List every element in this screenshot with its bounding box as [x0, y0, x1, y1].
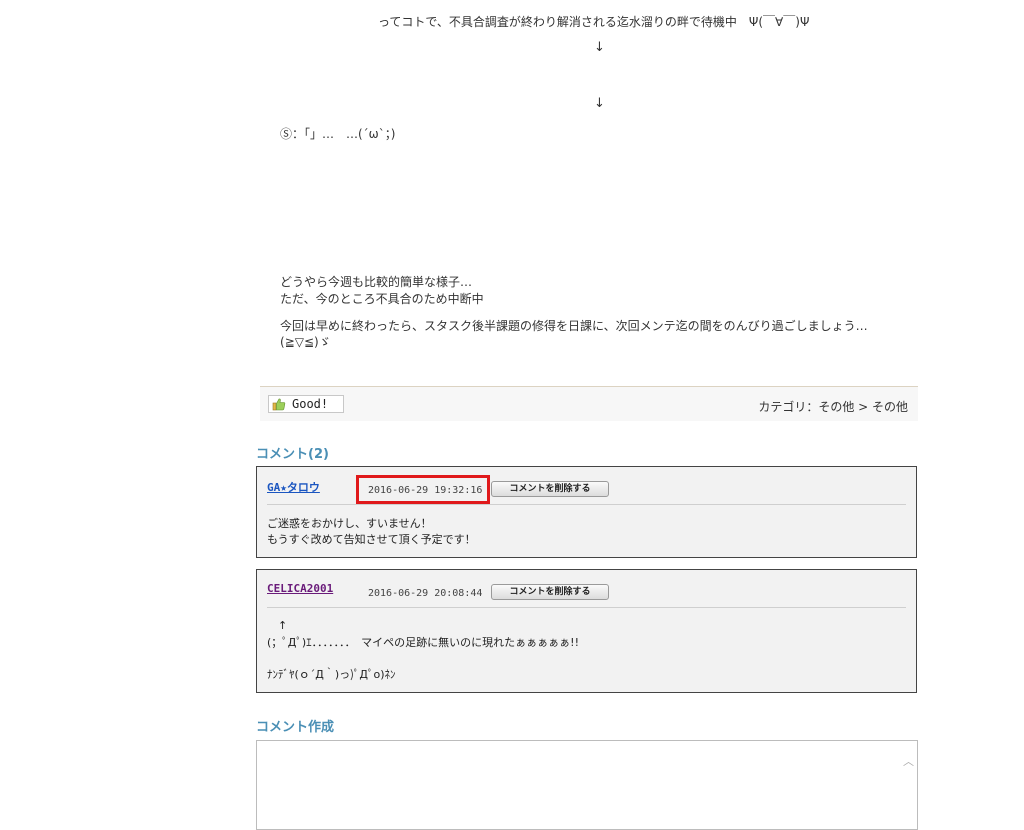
comment-divider — [267, 504, 906, 505]
comment-date: 2016-06-29 20:08:44 — [368, 588, 483, 599]
down-arrow-2: ↓ — [594, 96, 605, 111]
comment-body-line: (；ﾟДﾟ)ｴ．．．．．．． マイペの足跡に無いのに現れたぁぁぁぁぁ!! — [267, 636, 579, 649]
comment-body-line: ﾅﾝﾃﾞﾔ(ｏ´Д｀)っ)ﾟДﾟo)ﾈﾝ — [267, 668, 396, 681]
post-para1-line2: ただ、今のところ不具合のため中断中 — [280, 292, 484, 306]
comment-item: CELICA2001 2016-06-29 20:08:44 コメントを削除する… — [256, 569, 917, 693]
good-label: Good! — [292, 397, 329, 411]
comment-author-link[interactable]: GA★タロウ — [267, 479, 320, 495]
delete-comment-button[interactable]: コメントを削除する — [491, 481, 609, 497]
comment-body-line: ↑ — [267, 619, 288, 632]
down-arrow-1: ↓ — [594, 40, 605, 55]
comment-divider — [267, 607, 906, 608]
scroll-up-arrow-icon[interactable]: ︿ — [903, 753, 914, 769]
feedback-bar: Good! カテゴリ：その他 > その他 — [260, 386, 918, 421]
post-line-waiting: ってコトで、不具合調査が終わり解消される迄水溜りの畔で待機中 Ψ(￣∀￣)Ψ — [378, 15, 810, 29]
post-dialog: Ⓢ：「」… …(´ω`；) — [280, 127, 396, 141]
post-para2-line1: 今回は早めに終わったら、スタスク後半課題の修得を日課に、次回メンテ迄の間をのんび… — [280, 319, 868, 333]
comment-body-line: ご迷惑をおかけし、すいません！ — [267, 517, 432, 530]
comment-textarea[interactable]: ︿ — [256, 740, 918, 830]
date-highlight-box — [356, 475, 490, 504]
delete-comment-button[interactable]: コメントを削除する — [491, 584, 609, 600]
post-para2-line2: (≧▽≦)ゞ — [280, 335, 331, 349]
thumbs-up-icon — [272, 398, 286, 411]
comment-body-line: もうすぐ改めて告知させて頂く予定です！ — [267, 533, 476, 546]
comment-author-link[interactable]: CELICA2001 — [267, 582, 333, 595]
comments-title: コメント(2) — [256, 447, 329, 462]
category-breadcrumb[interactable]: カテゴリ：その他 > その他 — [758, 398, 908, 415]
post-para1-line1: どうやら今週も比較的簡単な様子… — [280, 275, 473, 289]
good-button[interactable]: Good! — [268, 395, 344, 413]
compose-title: コメント作成 — [256, 720, 335, 735]
